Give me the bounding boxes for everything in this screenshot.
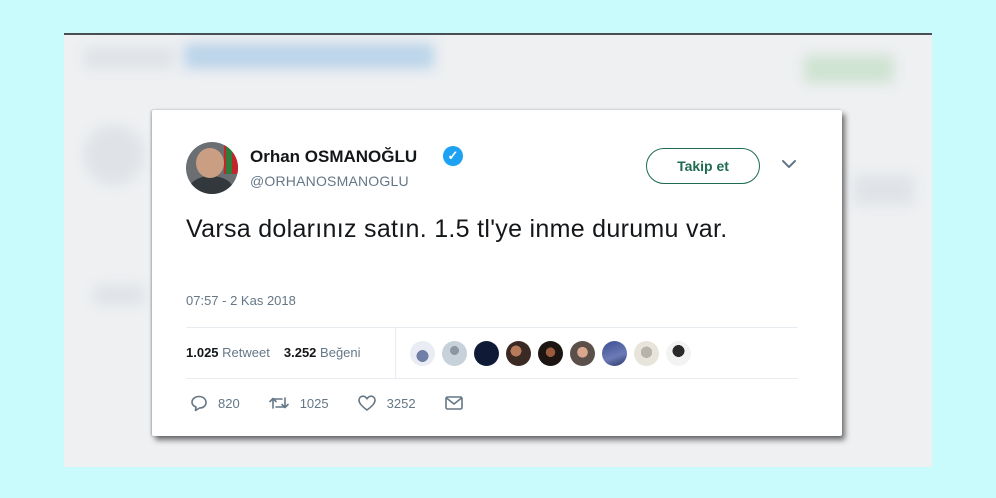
liker-avatar[interactable] (538, 341, 563, 366)
blurred-shape (184, 43, 434, 69)
tweet-text: Varsa dolarınız satın. 1.5 tl'ye inme du… (186, 215, 728, 243)
like-count: 3.252 (283, 345, 317, 360)
reply-button[interactable]: 820 (190, 394, 240, 412)
blurred-shape (84, 125, 144, 185)
tweet-card: Orhan OSMANOĞLU ✓ @ORHANOSMANOGLU Takip … (152, 110, 842, 436)
liker-avatar[interactable] (666, 341, 691, 366)
divider (395, 328, 396, 378)
blurred-shape (84, 47, 174, 69)
verified-badge-icon: ✓ (443, 146, 463, 166)
reply-icon (191, 395, 207, 412)
heart-icon (357, 395, 376, 411)
retweet-count: 1.025 (186, 345, 219, 360)
retweet-label: Retweet (222, 345, 270, 360)
like-label: Beğeni (320, 345, 361, 360)
tweet-timestamp[interactable]: 07:57 - 2 Kas 2018 (186, 293, 296, 308)
liker-avatar[interactable] (506, 341, 531, 366)
author-name[interactable]: Orhan OSMANOĞLU (250, 147, 417, 167)
blurred-shape (854, 175, 914, 205)
retweet-stat[interactable]: 1.025 Retweet (186, 345, 270, 360)
like-action-count: 3252 (386, 395, 416, 411)
like-stat[interactable]: 3.252 Beğeni (284, 345, 361, 360)
divider (186, 378, 798, 379)
follow-button[interactable]: Takip et (646, 148, 760, 184)
blurred-shape (94, 285, 144, 305)
retweet-button[interactable]: 1025 (268, 394, 329, 412)
engagement-stats: 1.025 Retweet 3.252 Beğeni (186, 345, 361, 360)
liker-avatar[interactable] (410, 341, 435, 366)
mail-icon (444, 396, 463, 410)
avatar-head (196, 148, 224, 178)
liker-avatar[interactable] (570, 341, 595, 366)
liker-avatar[interactable] (634, 341, 659, 366)
chevron-down-icon[interactable] (780, 155, 798, 173)
flag-shape (226, 142, 232, 174)
retweet-icon (268, 397, 289, 409)
direct-message-button[interactable] (444, 395, 474, 411)
liker-avatar[interactable] (442, 341, 467, 366)
retweet-action-count: 1025 (299, 395, 329, 411)
liker-avatar[interactable] (602, 341, 627, 366)
author-handle[interactable]: @ORHANOSMANOGLU (250, 173, 409, 189)
avatar[interactable] (186, 142, 238, 194)
reply-count: 820 (218, 395, 240, 411)
liker-avatars (410, 341, 691, 366)
liker-avatar[interactable] (474, 341, 499, 366)
avatar-body (188, 176, 234, 194)
tweet-actions: 820 1025 3252 (190, 394, 502, 412)
divider (186, 327, 798, 328)
blurred-shape (804, 55, 894, 83)
like-button[interactable]: 3252 (357, 394, 416, 412)
